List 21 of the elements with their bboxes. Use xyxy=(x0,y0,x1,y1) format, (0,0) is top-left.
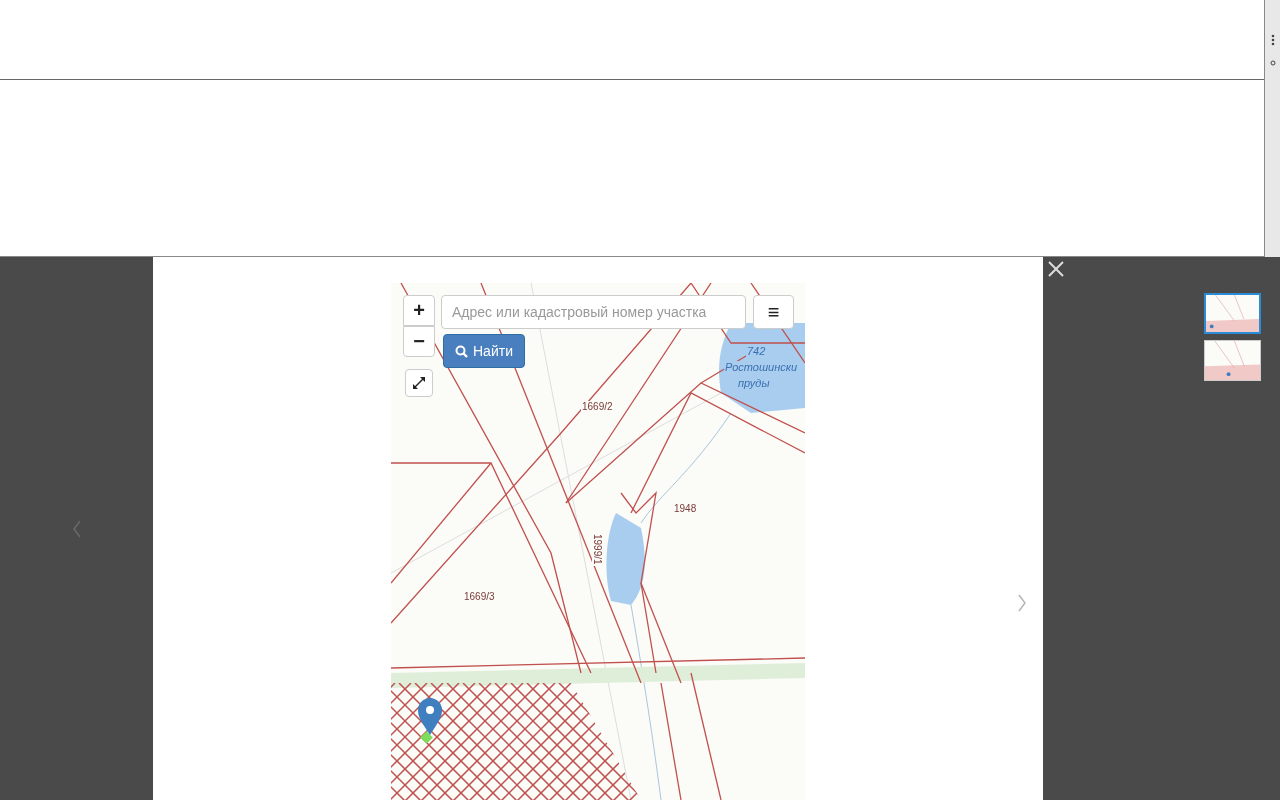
parcel-label: 1669/3 xyxy=(463,591,496,602)
circle-icon xyxy=(1269,60,1276,66)
parcel-label: 1999/1 xyxy=(592,533,603,566)
thumbnail[interactable] xyxy=(1204,340,1261,381)
parcel-label: 1948 xyxy=(673,503,698,514)
map-pin-icon xyxy=(417,697,443,747)
zoom-out-button[interactable]: − xyxy=(403,326,435,357)
expand-icon xyxy=(412,376,426,390)
find-button[interactable]: Найти xyxy=(443,334,525,368)
lake-label: Ростошински xyxy=(724,361,799,373)
menu-button[interactable]: ≡ xyxy=(753,295,794,329)
search-field[interactable]: Адрес или кадастровый номер участка xyxy=(441,295,746,329)
thumbnail[interactable] xyxy=(1204,293,1261,334)
more-options-icon[interactable] xyxy=(1270,34,1275,46)
lake-label: 742 xyxy=(746,345,767,357)
zoom-in-button[interactable]: + xyxy=(403,295,435,326)
close-icon[interactable] xyxy=(1047,260,1065,278)
fullscreen-button[interactable] xyxy=(405,369,433,397)
lake-label: пруды xyxy=(737,377,771,389)
search-icon xyxy=(455,344,468,358)
parcel-label: 1669/2 xyxy=(581,401,614,412)
